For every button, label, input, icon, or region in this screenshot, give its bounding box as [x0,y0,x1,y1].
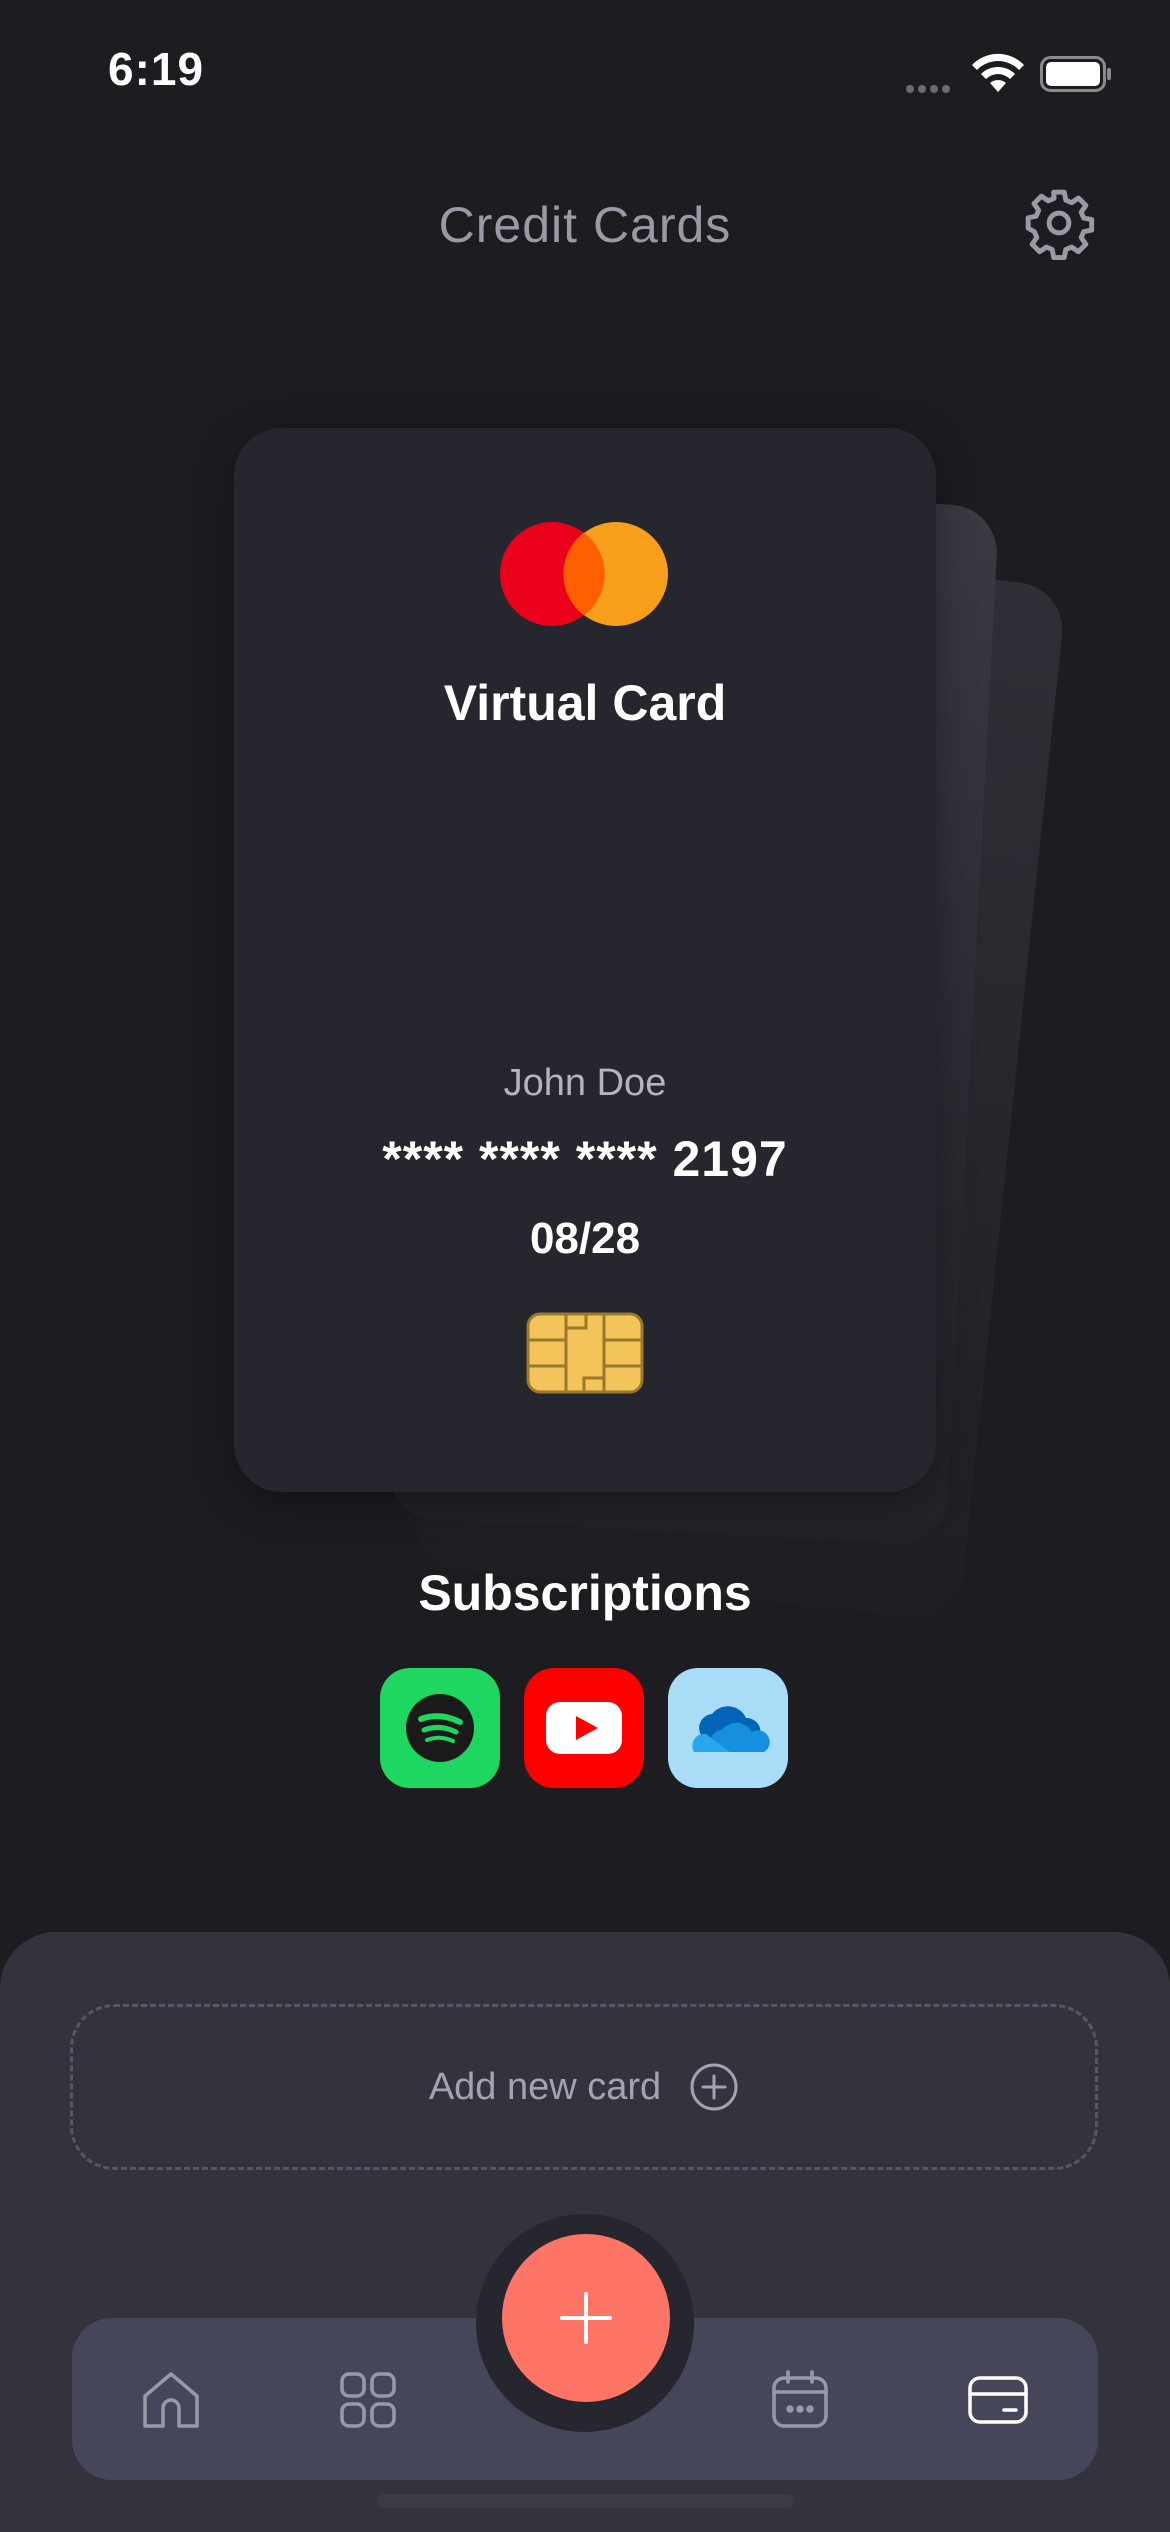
add-new-card-button[interactable]: Add new card [70,2004,1098,2170]
credit-card-icon[interactable] [966,2368,1030,2432]
home-icon[interactable] [139,2368,203,2432]
card-expiry: 08/28 [529,1214,641,1263]
onedrive-logo-icon [692,1706,770,1752]
spotify-icon[interactable] [380,1668,500,1788]
card-holder-name: John Doe [503,1062,667,1104]
plus-circle-icon [690,2063,738,2111]
add-button[interactable] [502,2234,670,2402]
youtube-logo-icon [546,1702,622,1754]
mastercard-logo [500,522,668,626]
grid-icon[interactable] [336,2368,400,2432]
spotify-logo-icon [406,1694,474,1762]
onedrive-icon[interactable] [668,1668,788,1788]
home-indicator [376,2494,794,2508]
card-title: Virtual Card [443,675,727,731]
page-title: Credit Cards [438,197,732,253]
subscriptions-title: Subscriptions [418,1565,752,1621]
calendar-icon[interactable] [768,2368,832,2432]
youtube-icon[interactable] [524,1668,644,1788]
battery-icon [1040,56,1111,92]
wifi-icon [972,53,1024,92]
gear-icon[interactable] [1022,186,1096,260]
card-number: **** **** **** 2197 [382,1131,788,1187]
chip-icon [526,1312,644,1394]
cellular-signal-icon [906,80,956,93]
add-new-card-label: Add new card [428,2065,662,2108]
plus-icon [560,2292,612,2344]
status-time: 6:19 [108,43,205,95]
